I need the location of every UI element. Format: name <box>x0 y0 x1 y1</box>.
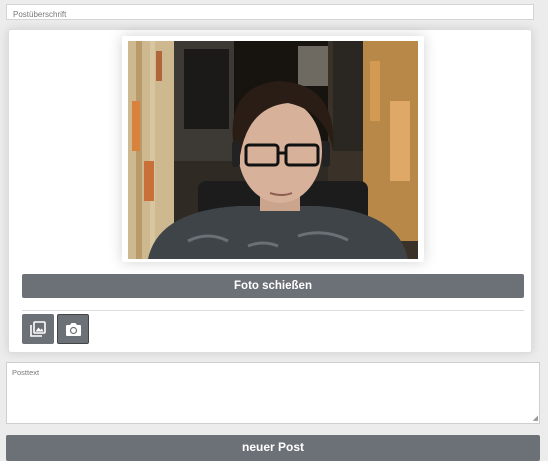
post-text-area[interactable]: Posttext ◢ <box>6 362 540 424</box>
camera-button[interactable] <box>57 314 89 344</box>
gallery-button[interactable] <box>22 314 54 344</box>
media-card: Foto schießen <box>8 29 532 353</box>
resize-handle-icon[interactable]: ◢ <box>533 414 538 422</box>
take-photo-button[interactable]: Foto schießen <box>22 274 524 298</box>
new-post-label: neuer Post <box>241 440 304 454</box>
divider <box>22 310 524 311</box>
post-title-input[interactable]: Postüberschrift <box>6 4 534 20</box>
post-text-placeholder: Posttext <box>12 368 40 377</box>
new-post-button[interactable]: neuer Post <box>6 435 540 461</box>
webcam-photo <box>128 41 418 259</box>
gallery-icon <box>30 321 46 337</box>
camera-icon <box>65 322 81 336</box>
post-title-placeholder: Postüberschrift <box>13 10 67 19</box>
photo-frame <box>122 36 424 262</box>
take-photo-label: Foto schießen <box>234 280 312 292</box>
